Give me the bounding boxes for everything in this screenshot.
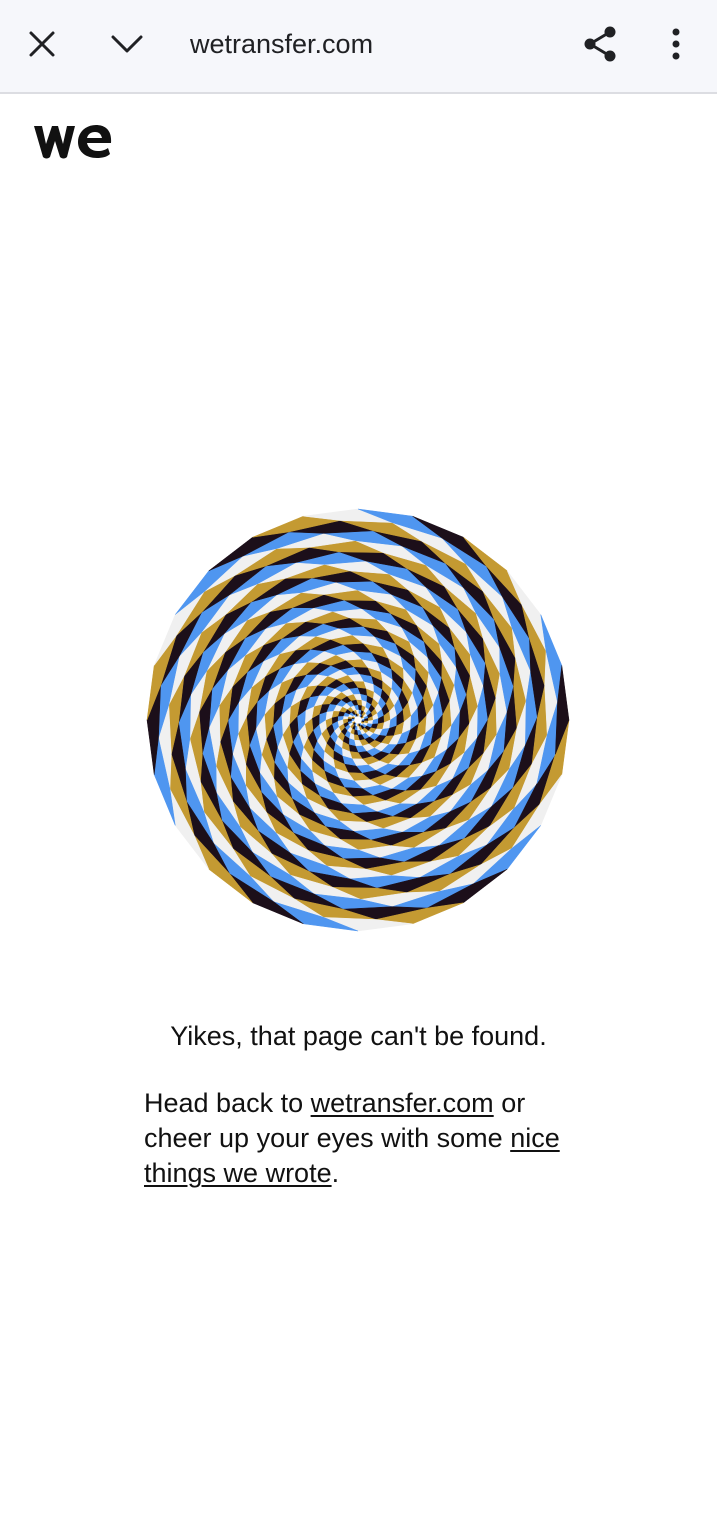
- close-icon: [29, 31, 55, 57]
- message-text-3: .: [331, 1158, 340, 1188]
- expand-button[interactable]: [101, 18, 153, 70]
- url-text[interactable]: wetransfer.com: [190, 22, 373, 66]
- share-icon: [584, 26, 616, 62]
- browser-toolbar: wetransfer.com: [0, 0, 717, 94]
- message-text-1: Head back to: [144, 1088, 311, 1118]
- close-button[interactable]: [16, 18, 68, 70]
- error-heading: Yikes, that page can't be found.: [170, 1021, 547, 1051]
- chevron-down-icon: [111, 35, 143, 53]
- more-vert-icon: [672, 28, 680, 60]
- share-button[interactable]: [574, 18, 626, 70]
- spiral-tile: [351, 718, 355, 722]
- error-message: Head back to wetransfer.com or cheer up …: [144, 1086, 584, 1191]
- wetransfer-logo[interactable]: [32, 120, 114, 162]
- more-options-button[interactable]: [650, 18, 702, 70]
- wetransfer-link[interactable]: wetransfer.com: [311, 1088, 494, 1118]
- spiral-illusion: [146, 508, 570, 932]
